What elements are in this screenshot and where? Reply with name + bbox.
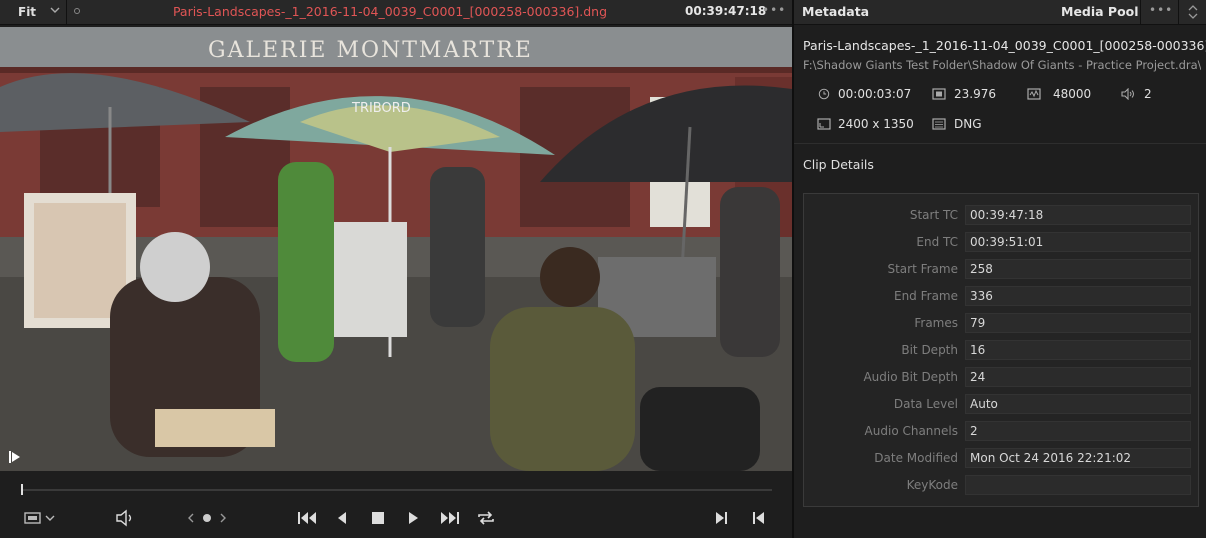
mark-in-icon[interactable] (714, 509, 730, 527)
detail-field[interactable]: 79 (965, 313, 1191, 333)
frame-rate-icon (932, 88, 946, 100)
sort-arrows-icon[interactable] (1187, 4, 1199, 20)
detail-field[interactable]: 2 (965, 421, 1191, 441)
clip-file-name: Paris-Landscapes-_1_2016-11-04_0039_C000… (803, 38, 1206, 53)
detail-label: Bit Depth (901, 343, 958, 357)
clip-details-header[interactable]: Clip Details (803, 157, 874, 172)
prev-marker-icon[interactable] (186, 509, 196, 527)
marker-dot-icon[interactable] (201, 509, 213, 527)
clip-duration: 00:00:03:07 (838, 87, 912, 101)
viewer-options-button[interactable]: ••• (762, 3, 786, 17)
zoom-fit-dropdown[interactable]: Fit (18, 5, 36, 19)
metadata-options-button[interactable]: ••• (1149, 3, 1173, 17)
detail-field[interactable]: 16 (965, 340, 1191, 360)
viewer-image[interactable]: GALERIE MONTMARTRE TRIBORD (0, 27, 792, 471)
clip-resolution: 2400 x 1350 (838, 117, 914, 131)
volume-icon[interactable] (115, 509, 135, 527)
viewer-timecode[interactable]: 00:39:47:18 (685, 4, 766, 18)
resolution-icon (817, 118, 831, 130)
detail-field[interactable] (965, 475, 1191, 495)
metadata-panel-title: Metadata (802, 4, 870, 19)
clip-indicator-icon (74, 8, 80, 14)
codec-icon (932, 118, 946, 130)
detail-field[interactable]: 258 (965, 259, 1191, 279)
clip-file-path: F:\Shadow Giants Test Folder\Shadow Of G… (803, 58, 1201, 72)
detail-label: Start TC (909, 208, 958, 222)
detail-label: Date Modified (874, 451, 958, 465)
clip-audio-channels: 2 (1144, 87, 1152, 101)
mark-out-icon[interactable] (750, 509, 766, 527)
umbrella-brand: TRIBORD (351, 101, 411, 116)
section-divider (794, 143, 1206, 144)
next-marker-icon[interactable] (218, 509, 228, 527)
stop-icon[interactable] (370, 509, 386, 527)
transport-area (0, 472, 792, 538)
detail-field[interactable]: 00:39:47:18 (965, 205, 1191, 225)
clip-fps: 23.976 (954, 87, 996, 101)
playhead[interactable] (21, 484, 23, 495)
detail-label: End TC (916, 235, 958, 249)
toolbar-divider (66, 0, 67, 24)
street-scene-image: GALERIE MONTMARTRE TRIBORD (0, 27, 792, 471)
detail-label: KeyKode (906, 478, 958, 492)
scrub-bar[interactable] (22, 489, 772, 491)
sample-rate-icon (1027, 88, 1041, 100)
play-icon[interactable] (405, 509, 421, 527)
toolbar-divider (1140, 0, 1141, 24)
go-to-start-icon[interactable] (296, 509, 318, 527)
go-to-end-icon[interactable] (439, 509, 461, 527)
frame-marker-icon[interactable] (8, 450, 22, 464)
shop-sign: GALERIE MONTMARTRE (208, 38, 533, 63)
detail-label: End Frame (893, 289, 958, 303)
chevron-down-icon[interactable] (49, 4, 61, 16)
detail-field[interactable]: Mon Oct 24 2016 22:21:02 (965, 448, 1191, 468)
toolbar-divider (1178, 0, 1179, 24)
clip-codec: DNG (954, 117, 982, 131)
detail-label: Frames (914, 316, 958, 330)
detail-label: Audio Channels (864, 424, 958, 438)
detail-label: Audio Bit Depth (863, 370, 958, 384)
detail-label: Start Frame (887, 262, 958, 276)
loop-icon[interactable] (476, 509, 496, 527)
clip-sample-rate: 48000 (1053, 87, 1092, 101)
detail-field[interactable]: 00:39:51:01 (965, 232, 1191, 252)
detail-field[interactable]: 336 (965, 286, 1191, 306)
detail-label: Data Level (893, 397, 958, 411)
audio-channels-icon (1121, 88, 1134, 100)
tab-media-pool[interactable]: Media Pool (1061, 4, 1139, 19)
viewer-clip-title: Paris-Landscapes-_1_2016-11-04_0039_C000… (172, 4, 608, 19)
detail-field[interactable]: 24 (965, 367, 1191, 387)
view-options-icon[interactable] (24, 509, 56, 527)
duration-icon (818, 88, 830, 100)
step-back-icon[interactable] (334, 509, 350, 527)
panel-divider[interactable] (792, 0, 794, 538)
detail-field[interactable]: Auto (965, 394, 1191, 414)
